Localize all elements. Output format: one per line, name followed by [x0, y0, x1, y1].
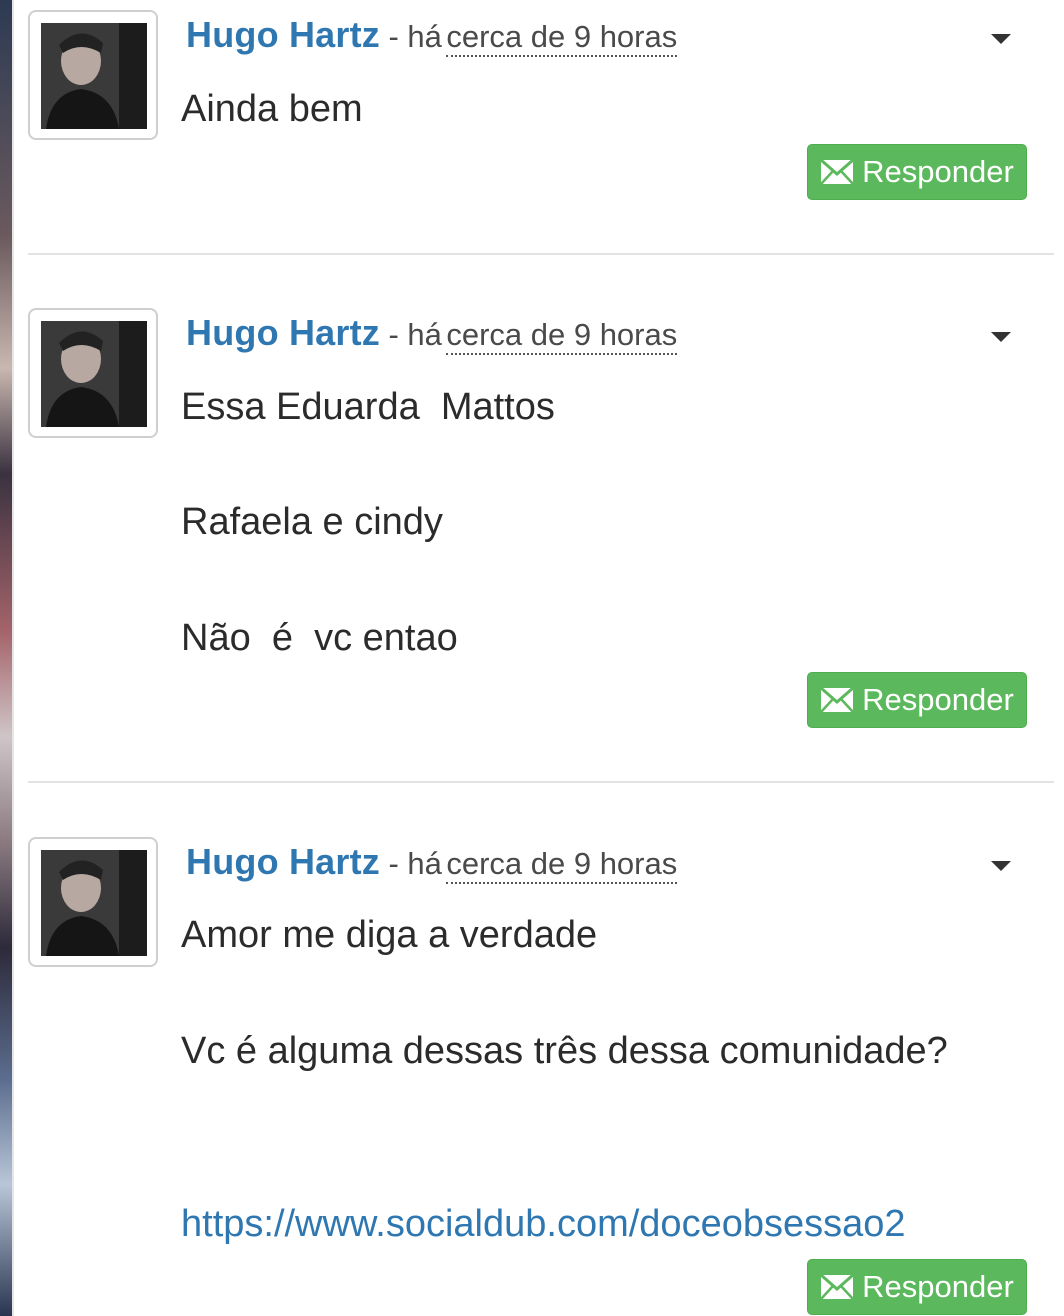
reply-label: Responder [862, 154, 1014, 189]
comment-text: Amor me diga a verdade [181, 914, 598, 956]
avatar-photo [41, 850, 147, 956]
comment-text: Rafaela e cindy [181, 501, 443, 543]
timestamp: cerca de 9 horas [446, 846, 678, 884]
reply-label: Responder [862, 682, 1014, 717]
timestamp: cerca de 9 horas [446, 317, 678, 355]
author-name[interactable]: Hugo Hartz [186, 14, 380, 55]
comment-header: Hugo Hartz - há cerca de 9 horas [186, 841, 678, 884]
reply-button[interactable]: Responder [807, 672, 1027, 728]
time-separator: - há [388, 846, 442, 881]
envelope-icon [820, 687, 855, 713]
author-name[interactable]: Hugo Hartz [186, 312, 380, 353]
avatar[interactable] [28, 10, 158, 140]
avatar[interactable] [28, 837, 158, 967]
comment-divider [28, 781, 1054, 783]
caret-down-icon[interactable] [991, 332, 1011, 342]
caret-down-icon[interactable] [991, 861, 1011, 871]
author-name[interactable]: Hugo Hartz [186, 841, 380, 882]
avatar-photo [41, 321, 147, 427]
avatar-photo [41, 23, 147, 129]
comment-item: Hugo Hartz - há cerca de 9 horas Essa Ed… [28, 308, 1054, 768]
comment-text: Essa Eduarda Mattos [181, 386, 555, 428]
comment-header: Hugo Hartz - há cerca de 9 horas [186, 14, 678, 57]
caret-down-icon[interactable] [991, 34, 1011, 44]
reply-button[interactable]: Responder [807, 1259, 1027, 1315]
comment-item: Hugo Hartz - há cerca de 9 horas Ainda b… [28, 10, 1054, 240]
time-separator: - há [388, 19, 442, 54]
envelope-icon [820, 159, 855, 185]
avatar[interactable] [28, 308, 158, 438]
comment-item: Hugo Hartz - há cerca de 9 horas Amor me… [28, 837, 1054, 1316]
comment-text: Vc é alguma dessas três dessa comunidade… [181, 1030, 948, 1072]
background-strip [0, 0, 14, 1316]
comment-text: Não é vc entao [181, 617, 458, 659]
comment-text: Ainda bem [181, 88, 363, 130]
comment-divider [28, 253, 1054, 255]
comment-link[interactable]: https://www.socialdub.com/doceobsessao2 [181, 1203, 906, 1246]
comment-header: Hugo Hartz - há cerca de 9 horas [186, 312, 678, 355]
timestamp: cerca de 9 horas [446, 19, 678, 57]
reply-label: Responder [862, 1269, 1014, 1304]
reply-button[interactable]: Responder [807, 144, 1027, 200]
envelope-icon [820, 1274, 855, 1300]
time-separator: - há [388, 317, 442, 352]
